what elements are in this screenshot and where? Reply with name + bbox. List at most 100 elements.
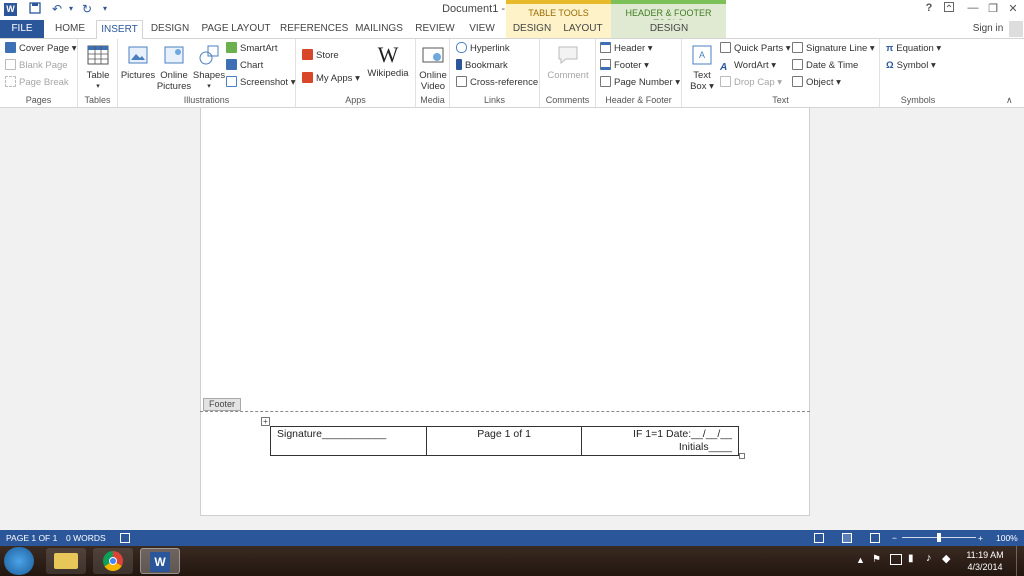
file-explorer-icon[interactable] [46,548,86,574]
footer-table[interactable]: Signature___________ Page 1 of 1 IF 1=1 … [270,426,739,456]
blank-page-button[interactable]: Blank Page [5,58,68,74]
power-icon[interactable] [890,554,902,565]
proofing-icon[interactable] [120,533,130,543]
comment-label: Comment [547,70,589,81]
zoom-out-icon[interactable]: − [892,530,897,546]
wikipedia-button[interactable]: W Wikipedia [366,43,410,80]
web-layout-icon[interactable] [870,533,880,543]
read-mode-icon[interactable] [814,533,824,543]
volume-icon[interactable]: ♪ [926,552,932,564]
show-desktop-button[interactable] [1016,546,1024,576]
user-avatar-icon[interactable] [1009,21,1023,37]
close-icon[interactable]: ✕ [1002,2,1024,18]
smartart-button[interactable]: SmartArt [226,41,277,57]
table-row: Signature___________ Page 1 of 1 IF 1=1 … [270,426,739,456]
cross-reference-button[interactable]: Cross-reference [456,75,538,91]
tab-design[interactable]: DESIGN [148,20,192,38]
tab-table-layout[interactable]: LAYOUT [560,20,606,38]
my-apps-button[interactable]: My Apps ▾ [302,71,360,87]
zoom-slider-thumb[interactable] [937,533,941,542]
start-button-icon[interactable] [4,547,34,575]
shapes-button[interactable]: Shapes ▾ [192,43,226,92]
page-number-cell[interactable]: Page 1 of 1 [425,426,583,456]
tab-page-layout[interactable]: PAGE LAYOUT [200,20,272,38]
group-header-footer: Header ▾ Footer ▾ Page Number ▾ Header &… [596,39,682,107]
table-move-handle-icon[interactable]: + [261,417,270,426]
minimize-icon[interactable]: — [962,2,984,18]
page-number-label: Page Number [614,77,673,88]
table-button[interactable]: Table ▾ [82,43,114,92]
date-time-button[interactable]: Date & Time [792,58,858,74]
ribbon-display-options-icon[interactable] [938,2,960,18]
group-illustrations-label: Illustrations [183,95,230,105]
wordart-label: WordArt [734,60,769,71]
signature-cell[interactable]: Signature___________ [270,426,427,456]
restore-icon[interactable]: ❐ [982,2,1004,18]
page-break-button[interactable]: Page Break [5,75,69,91]
hyperlink-button[interactable]: Hyperlink [456,41,510,57]
text-box-button[interactable]: A Text Box ▾ [686,43,718,92]
action-center-flag-icon[interactable]: ⚑ [872,554,881,565]
tab-home[interactable]: HOME [50,20,90,38]
date-initials-cell[interactable]: IF 1=1 Date:__/__/__ Initials____ [581,426,739,456]
tab-references[interactable]: REFERENCES [280,20,348,38]
taskbar: W ▲ ⚑ ▮ ♪ ◆ 11:19 AM 4/3/2014 [0,546,1024,576]
clock[interactable]: 11:19 AM 4/3/2014 [960,549,1010,573]
print-layout-icon[interactable] [842,533,852,543]
equation-button[interactable]: π Equation ▾ [886,41,941,57]
zoom-in-icon[interactable]: + [978,530,983,546]
tab-header-footer-design[interactable]: DESIGN [640,20,698,38]
quick-parts-button[interactable]: Quick Parts ▾ [720,41,791,57]
help-button[interactable]: ? [918,2,940,18]
tab-insert[interactable]: INSERT [96,20,143,39]
word-count[interactable]: 0 WORDS [66,530,106,546]
tab-table-design[interactable]: DESIGN [510,20,554,38]
signature-line-button[interactable]: Signature Line ▾ [792,41,875,57]
cover-page-icon [5,42,16,53]
footer-label: Footer [203,398,241,411]
bookmark-button[interactable]: Bookmark [456,58,508,74]
cover-page-button[interactable]: Cover Page ▾ [5,41,77,57]
page-count[interactable]: PAGE 1 OF 1 [6,530,57,546]
text-box-icon: A [692,45,712,65]
chart-button[interactable]: Chart [226,58,263,74]
page-number-button[interactable]: Page Number ▾ [600,75,680,91]
comment-icon [558,46,578,65]
chrome-icon[interactable] [93,548,133,574]
object-button[interactable]: Object ▾ [792,75,841,91]
header-button[interactable]: Header ▾ [600,41,653,57]
sign-in-link[interactable]: Sign in [966,20,1010,38]
pictures-icon [128,46,148,64]
network-signal-icon[interactable]: ▮ [908,553,914,564]
zoom-level[interactable]: 100% [996,530,1018,546]
collapse-ribbon-icon[interactable]: ∧ [1006,95,1013,106]
screenshot-button[interactable]: Screenshot ▾ [226,75,295,91]
group-header-footer-label: Header & Footer [605,95,672,105]
symbol-button[interactable]: Ω Symbol ▾ [886,58,936,74]
pictures-button[interactable]: Pictures [120,43,156,81]
online-pictures-button[interactable]: Online Pictures [156,43,192,92]
drop-cap-icon [720,76,731,87]
wordart-button[interactable]: A WordArt ▾ [720,58,776,74]
tab-mailings[interactable]: MAILINGS [352,20,406,38]
online-video-button[interactable]: Online Video [417,43,449,92]
tab-file[interactable]: FILE [0,20,44,38]
tab-view[interactable]: VIEW [462,20,502,38]
comment-button[interactable]: Comment [544,43,592,81]
group-comments: Comment Comments [540,39,596,107]
show-hidden-icons-icon[interactable]: ▲ [856,555,865,565]
dropbox-icon[interactable]: ◆ [942,552,950,565]
word-taskbar-icon[interactable]: W [140,548,180,574]
smartart-icon [226,42,237,53]
store-button[interactable]: Store [302,48,339,64]
tab-review[interactable]: REVIEW [414,20,456,38]
table-resize-handle-icon[interactable] [739,453,745,459]
chart-icon [226,59,237,70]
drop-cap-button[interactable]: Drop Cap ▾ [720,75,782,91]
group-links-label: Links [483,95,505,105]
group-media-label: Media [420,95,445,105]
footer-icon [600,59,611,70]
footer-button[interactable]: Footer ▾ [600,58,649,74]
group-apps: Store My Apps ▾ W Wikipedia Apps [296,39,416,107]
group-comments-label: Comments [545,95,590,105]
